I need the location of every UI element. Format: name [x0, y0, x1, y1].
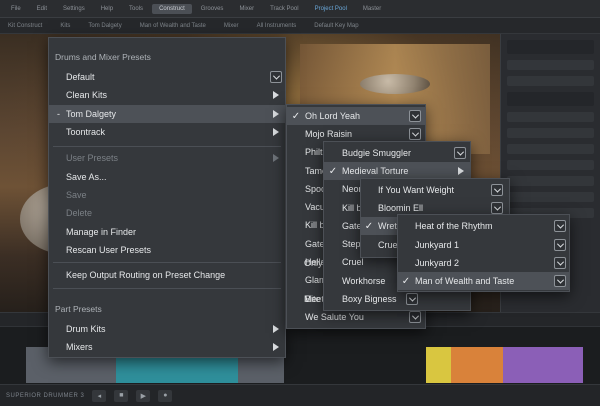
rescan-user-presets-item[interactable]: Rescan User Presets — [49, 241, 285, 259]
dropdown-icon[interactable] — [454, 147, 466, 159]
toolbar-kits[interactable]: Kits — [60, 23, 70, 29]
preset-tom-dalgety[interactable]: - Tom Dalgety — [49, 105, 285, 123]
part-drum-kits[interactable]: Drum Kits — [49, 320, 285, 338]
app-top-bar: File Edit Settings Help Tools Construct … — [0, 0, 600, 18]
tab-mixer[interactable]: Mixer — [232, 4, 261, 14]
tab-master[interactable]: Master — [356, 4, 388, 14]
panel-control[interactable] — [507, 76, 594, 86]
menu-help[interactable]: Help — [94, 4, 120, 14]
preset-default[interactable]: Default — [49, 68, 285, 86]
panel-control[interactable] — [507, 112, 594, 122]
dash-mark: - — [57, 109, 60, 119]
menu-divider — [53, 262, 281, 263]
panel-control[interactable] — [507, 60, 594, 70]
cymbal-image[interactable] — [360, 74, 430, 94]
preset-junkyard-2[interactable]: Junkyard 2 — [398, 254, 569, 272]
menu-divider — [53, 146, 281, 147]
tab-grooves[interactable]: Grooves — [194, 4, 231, 14]
panel-control[interactable] — [507, 144, 594, 154]
panel-control[interactable] — [507, 92, 594, 106]
panel-control[interactable] — [507, 192, 594, 202]
dropdown-icon[interactable] — [409, 311, 421, 323]
toolbar-keymap[interactable]: Default Key Map — [314, 23, 358, 29]
menu-edit[interactable]: Edit — [30, 4, 54, 14]
dropdown-icon[interactable] — [554, 257, 566, 269]
menu-divider — [53, 288, 281, 289]
timeline-clip[interactable] — [503, 347, 583, 383]
checkmark-icon: ✓ — [291, 110, 301, 122]
preset-clean-kits[interactable]: Clean Kits — [49, 86, 285, 104]
play-icon[interactable]: ▶ — [136, 389, 151, 402]
preset-man-of-wealth-and-taste[interactable]: ✓ Man of Wealth and Taste — [398, 272, 569, 290]
submenu-arrow-icon — [273, 91, 279, 99]
transport-bar: SUPERIOR DRUMMER 3 ◂ ■ ▶ ● — [0, 384, 600, 406]
preset-junkyard-1[interactable]: Junkyard 1 — [398, 236, 569, 254]
panel-control[interactable] — [507, 176, 594, 186]
tab-track-pool[interactable]: Track Pool — [263, 4, 305, 14]
menu-tools[interactable]: Tools — [122, 4, 150, 14]
dropdown-icon[interactable] — [409, 110, 421, 122]
checkmark-icon: ✓ — [328, 165, 338, 177]
dropdown-icon[interactable] — [491, 202, 503, 214]
panel-control[interactable] — [507, 128, 594, 138]
save-as-item[interactable]: Save As... — [49, 168, 285, 186]
preset-oh-lord-yeah[interactable]: ✓ Oh Lord Yeah — [287, 107, 425, 125]
section-header-drums-mixer: Drums and Mixer Presets — [55, 52, 151, 62]
tab-construct[interactable]: Construct — [152, 3, 192, 14]
panel-control[interactable] — [507, 40, 594, 54]
dropdown-icon[interactable] — [554, 239, 566, 251]
submenu-arrow-icon — [273, 128, 279, 136]
part-mixers[interactable]: Mixers — [49, 338, 285, 356]
submenu-arrow-icon — [273, 110, 279, 118]
wealth-and-taste-submenu: Heat of the Rhythm Junkyard 1 Junkyard 2… — [397, 214, 570, 292]
preset-toontrack[interactable]: Toontrack — [49, 123, 285, 141]
keep-output-routing-item[interactable]: Keep Output Routing on Preset Change — [49, 266, 285, 284]
toolbar-subpreset-name[interactable]: Man of Wealth and Taste — [140, 23, 206, 29]
preset-heat-of-the-rhythm[interactable]: Heat of the Rhythm — [398, 217, 569, 235]
dropdown-icon[interactable] — [554, 275, 566, 287]
save-item: Save — [66, 190, 87, 200]
delete-item: Delete — [66, 208, 93, 218]
secondary-toolbar: Kit Construct Kits Tom Dalgety Man of We… — [0, 18, 600, 34]
submenu-arrow-icon — [273, 325, 279, 333]
preset-meet-label[interactable]: Meet — [286, 290, 326, 308]
user-presets: User Presets — [66, 153, 119, 163]
stop-icon[interactable]: ■ — [114, 389, 129, 402]
toolbar-preset-name[interactable]: Tom Dalgety — [88, 23, 121, 29]
preset-if-you-want-weight[interactable]: If You Want Weight — [361, 181, 509, 199]
submenu-arrow-icon — [458, 167, 464, 175]
preset-menu: Drums and Mixer Presets Default Clean Ki… — [48, 37, 286, 358]
dropdown-icon[interactable] — [270, 71, 282, 83]
dropdown-icon[interactable] — [554, 220, 566, 232]
timeline-clip[interactable] — [451, 347, 503, 383]
toolbar-mixer[interactable]: Mixer — [224, 23, 239, 29]
preset-boxy-bigness[interactable]: Boxy Bigness — [324, 290, 470, 308]
submenu-arrow-icon — [273, 154, 279, 162]
preset-budgie-smuggler[interactable]: Budgie Smuggler — [324, 144, 470, 162]
dropdown-icon[interactable] — [409, 128, 421, 140]
record-icon[interactable]: ● — [158, 389, 173, 402]
panel-control[interactable] — [507, 160, 594, 170]
checkmark-icon: ✓ — [364, 220, 374, 232]
rewind-icon[interactable]: ◂ — [92, 389, 107, 402]
checkmark-icon: ✓ — [401, 275, 411, 287]
toolbar-kit-construct[interactable]: Kit Construct — [8, 23, 42, 29]
submenu-arrow-icon — [273, 343, 279, 351]
manage-in-finder-item[interactable]: Manage in Finder — [49, 223, 285, 241]
dropdown-icon[interactable] — [406, 293, 418, 305]
toolbar-instruments[interactable]: All Instruments — [257, 23, 297, 29]
menu-file[interactable]: File — [4, 4, 28, 14]
dropdown-icon[interactable] — [491, 184, 503, 196]
menu-settings[interactable]: Settings — [56, 4, 92, 14]
preset-only-inside-your-lo-label[interactable]: Only Inside Your Lo — [286, 254, 326, 272]
section-header-part-presets: Part Presets — [55, 304, 102, 314]
brand-logo: SUPERIOR DRUMMER 3 — [6, 392, 85, 399]
tab-project-pool[interactable]: Project Pool — [308, 4, 354, 14]
